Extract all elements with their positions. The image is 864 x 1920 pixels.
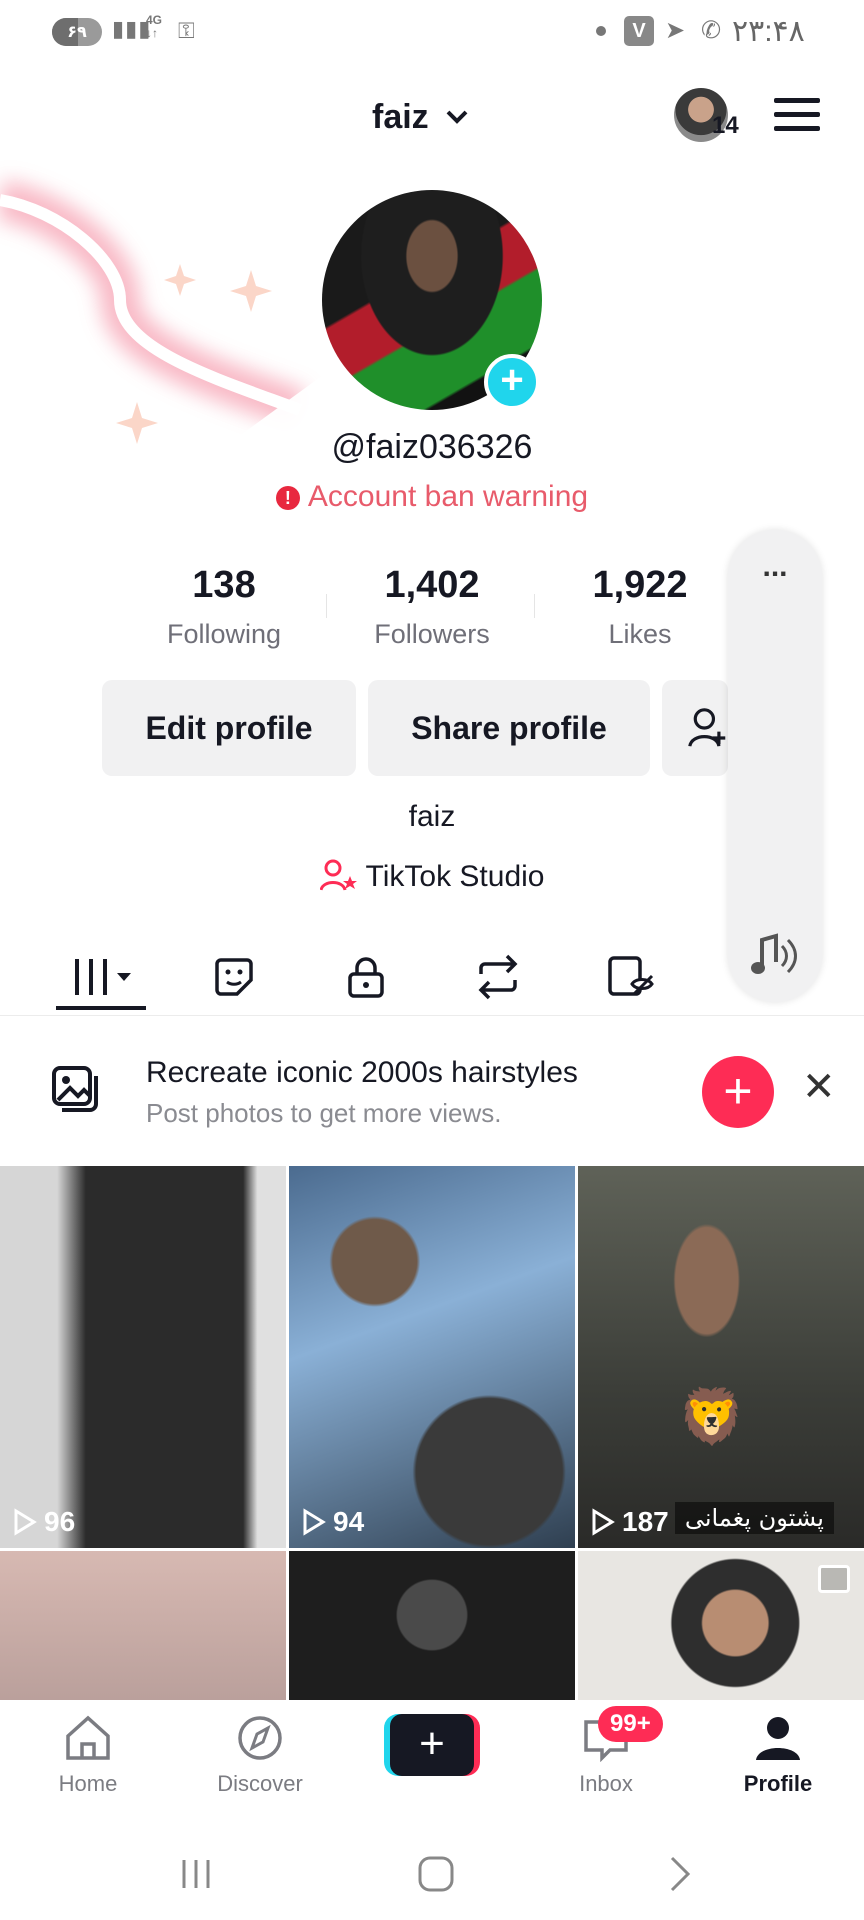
floating-side-panel[interactable]: ... [728,530,822,1002]
studio-user-star-icon [319,859,357,891]
profile-handle: @faiz036326 [331,428,533,466]
more-options-icon[interactable]: ... [728,550,822,584]
profile-icon [756,1717,800,1760]
nav-label: Home [58,1771,118,1796]
create-button[interactable]: + [384,1714,480,1776]
content-tabs [0,940,864,1016]
clock: ۲۳:۴۸ [732,15,805,48]
promo-add-button[interactable]: + [702,1056,774,1128]
inbox-badge: 99+ [598,1706,663,1742]
lock-icon [348,957,384,998]
view-count: 96 [12,1506,75,1538]
system-navigation-bar [0,1830,864,1920]
stat-likes[interactable]: 1,922 Likes [550,564,730,650]
lion-emoji: 🦁 [678,1387,746,1447]
stat-value: 1,402 [384,564,480,606]
recent-apps-icon[interactable] [176,1854,216,1894]
photos-icon [52,1066,98,1112]
network-indicator: 4G ↓↑ [146,13,163,40]
status-bar: ۶۹ ▮▮▮ 4G ↓↑ ⚿ V ➤ ✆ ۲۳:۴۸ [0,0,864,64]
notification-dot [596,26,606,36]
stat-following[interactable]: 138 Following [134,564,314,650]
divider [326,594,327,618]
ban-warning-link[interactable]: ! Account ban warning [0,480,864,514]
videos-grid-icon [75,959,131,995]
view-count: 94 [301,1506,364,1538]
tab-reposts[interactable] [448,940,548,1014]
promo-banner[interactable]: Recreate iconic 2000s hairstyles Post ph… [0,1036,864,1156]
add-user-icon [688,708,726,747]
viber-icon: V [624,16,654,46]
video-thumbnail[interactable]: 96 [0,1166,286,1548]
video-overlay-text: پشتون پغمانی [674,1502,834,1534]
promo-subtitle: Post photos to get more views. [146,1098,502,1128]
video-thumbnail[interactable]: 94 [289,1166,575,1548]
tiktok-studio-link[interactable]: TikTok Studio [0,858,864,894]
alert-icon: ! [275,486,300,510]
play-icon [14,1508,37,1536]
tab-reposts-stickers[interactable] [184,940,284,1014]
video-thumbnail[interactable] [0,1551,286,1702]
ban-warning-label: Account ban warning [307,480,589,513]
nav-profile[interactable]: Profile [708,1714,848,1797]
stat-value: 1,922 [592,564,688,606]
bottom-navigation: Home Discover + Inbox Profile [0,1700,864,1830]
share-profile-button[interactable]: Share profile [368,680,650,776]
back-icon[interactable] [660,1854,700,1894]
add-friends-button[interactable] [662,680,728,776]
nav-home[interactable]: Home [18,1714,158,1797]
account-switcher-title[interactable]: faiz [372,98,429,137]
repost-icon [478,954,518,1000]
close-icon[interactable]: ✕ [802,1064,836,1110]
chevron-down-icon[interactable] [442,102,472,132]
home-icon [66,1715,110,1760]
hidden-likes-icon [608,956,654,996]
bio-name: faiz [408,800,456,833]
edit-profile-button[interactable]: Edit profile [102,680,356,776]
nav-label: Profile [743,1771,813,1796]
active-tab-indicator [56,1006,146,1010]
battery-indicator: ۶۹ [52,18,102,46]
studio-label: TikTok Studio [365,860,545,893]
home-button-icon[interactable] [416,1854,456,1894]
tab-videos[interactable] [52,940,152,1014]
video-thumbnail[interactable] [289,1551,575,1702]
play-icon [303,1508,326,1536]
tab-liked[interactable] [580,940,680,1014]
telegram-icon: ➤ [664,17,686,44]
nav-label: Discover [217,1771,303,1796]
stat-label: Likes [608,619,672,649]
friends-count: 14 [712,112,739,139]
nav-discover[interactable]: Discover [190,1714,330,1797]
menu-icon[interactable] [774,98,820,134]
sticker-icon [215,958,253,996]
promo-title: Recreate iconic 2000s hairstyles [146,1056,578,1089]
whatsapp-icon: ✆ [700,17,722,44]
add-story-icon[interactable]: + [484,354,540,410]
video-thumbnail[interactable]: 🦁 پشتون پغمانی 187 [578,1166,864,1548]
stat-label: Following [166,619,282,649]
photo-thumbnail[interactable] [578,1551,864,1702]
plus-icon: + [390,1714,474,1776]
compass-icon [238,1716,282,1760]
stat-value: 138 [192,564,256,606]
divider [534,594,535,618]
photo-post-icon [818,1565,850,1593]
nav-label: Inbox [579,1771,633,1796]
play-icon [592,1508,615,1536]
stat-label: Followers [374,619,490,649]
stat-followers[interactable]: 1,402 Followers [342,564,522,650]
vpn-key-icon: ⚿ [178,18,195,43]
view-count: 187 [590,1506,669,1538]
tab-private[interactable] [316,940,416,1014]
video-grid: 96 94 🦁 پشتون پغمانی 187 [0,1166,864,1702]
